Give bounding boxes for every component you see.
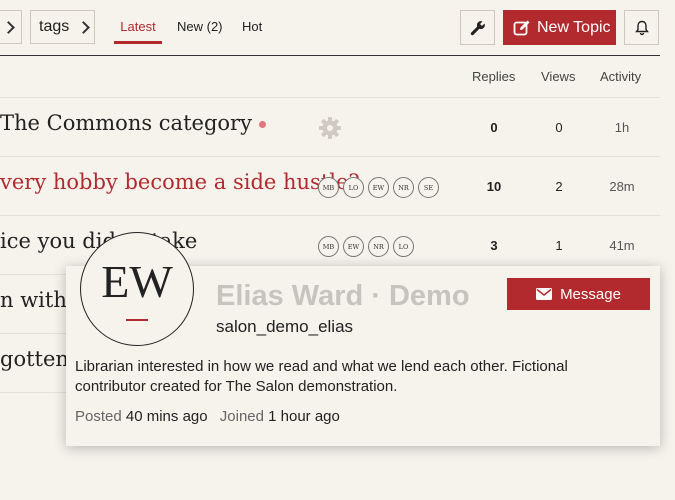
message-label: Message bbox=[560, 285, 621, 303]
new-topic-button[interactable]: New Topic bbox=[503, 10, 616, 45]
wrench-icon bbox=[470, 20, 485, 35]
posted-value: 40 mins ago bbox=[125, 408, 208, 425]
poster-avatars: MB EW NR LO bbox=[318, 236, 414, 257]
bell-icon bbox=[634, 20, 649, 35]
poster-avatar[interactable]: NR bbox=[368, 236, 389, 257]
poster-avatar[interactable]: MB bbox=[318, 236, 339, 257]
gear-icon bbox=[319, 117, 341, 139]
tab-hot[interactable]: Hot bbox=[242, 19, 262, 34]
poster-avatar[interactable]: EW bbox=[343, 236, 364, 257]
views-count: 2 bbox=[555, 179, 563, 194]
topic-title[interactable]: The Commons category bbox=[0, 111, 266, 135]
replies-count: 10 bbox=[486, 179, 502, 194]
tags-label: tags bbox=[39, 18, 70, 35]
topic-title[interactable]: n with bbox=[0, 288, 67, 312]
poster-avatar[interactable]: LO bbox=[393, 236, 414, 257]
topic-row: very hobby become a side hustle? MB LO E… bbox=[0, 156, 660, 216]
activity-time[interactable]: 41m bbox=[607, 238, 637, 253]
notifications-button[interactable] bbox=[624, 10, 659, 45]
avatar-initials: EW bbox=[101, 256, 173, 307]
category-dropdown[interactable] bbox=[0, 10, 22, 44]
poster-avatar[interactable]: LO bbox=[343, 177, 364, 198]
user-bio: Librarian interested in how we read and … bbox=[75, 358, 568, 395]
new-topic-label: New Topic bbox=[537, 18, 611, 36]
joined-label: Joined bbox=[219, 408, 264, 425]
poster-avatar[interactable]: SE bbox=[418, 177, 439, 198]
column-header-activity[interactable]: Activity bbox=[600, 69, 641, 84]
column-header-replies[interactable]: Replies bbox=[472, 69, 515, 84]
edit-icon bbox=[513, 20, 530, 35]
message-button[interactable]: Message bbox=[507, 278, 650, 310]
active-tab-indicator bbox=[114, 41, 162, 44]
tags-dropdown[interactable]: tags bbox=[30, 10, 95, 44]
unread-dot bbox=[258, 121, 266, 128]
tab-latest[interactable]: Latest bbox=[114, 19, 162, 34]
user-username: salon_demo_elias bbox=[216, 317, 354, 336]
envelope-icon bbox=[536, 288, 553, 300]
user-meta: Posted 40 mins ago Joined 1 hour ago bbox=[75, 408, 340, 425]
activity-time[interactable]: 1h bbox=[607, 120, 637, 135]
topic-title[interactable]: very hobby become a side hustle? bbox=[0, 170, 360, 194]
admin-wrench-button[interactable] bbox=[460, 10, 495, 45]
poster-avatar[interactable]: MB bbox=[318, 177, 339, 198]
activity-time[interactable]: 28m bbox=[607, 179, 637, 194]
replies-count: 0 bbox=[490, 120, 498, 135]
replies-count: 3 bbox=[490, 238, 498, 253]
column-header-views[interactable]: Views bbox=[541, 69, 575, 84]
chevron-right-icon bbox=[2, 20, 15, 34]
poster-avatars: MB LO EW NR SE bbox=[318, 177, 439, 198]
views-count: 0 bbox=[555, 120, 563, 135]
topic-row: The Commons category 0 0 1h bbox=[0, 97, 660, 157]
poster-avatar[interactable]: NR bbox=[393, 177, 414, 198]
posted-label: Posted bbox=[75, 408, 122, 425]
joined-value: 1 hour ago bbox=[268, 408, 340, 425]
views-count: 1 bbox=[555, 238, 563, 253]
avatar-accent-bar bbox=[126, 319, 148, 321]
nav-divider bbox=[0, 55, 660, 56]
user-display-name[interactable]: Elias Ward · Demo bbox=[216, 280, 470, 313]
tab-new[interactable]: New (2) bbox=[177, 19, 223, 34]
top-nav: tags Latest New (2) Hot New Topic bbox=[0, 0, 675, 56]
user-avatar[interactable]: EW bbox=[80, 232, 194, 346]
chevron-right-icon bbox=[77, 20, 91, 34]
poster-avatar[interactable]: EW bbox=[368, 177, 389, 198]
